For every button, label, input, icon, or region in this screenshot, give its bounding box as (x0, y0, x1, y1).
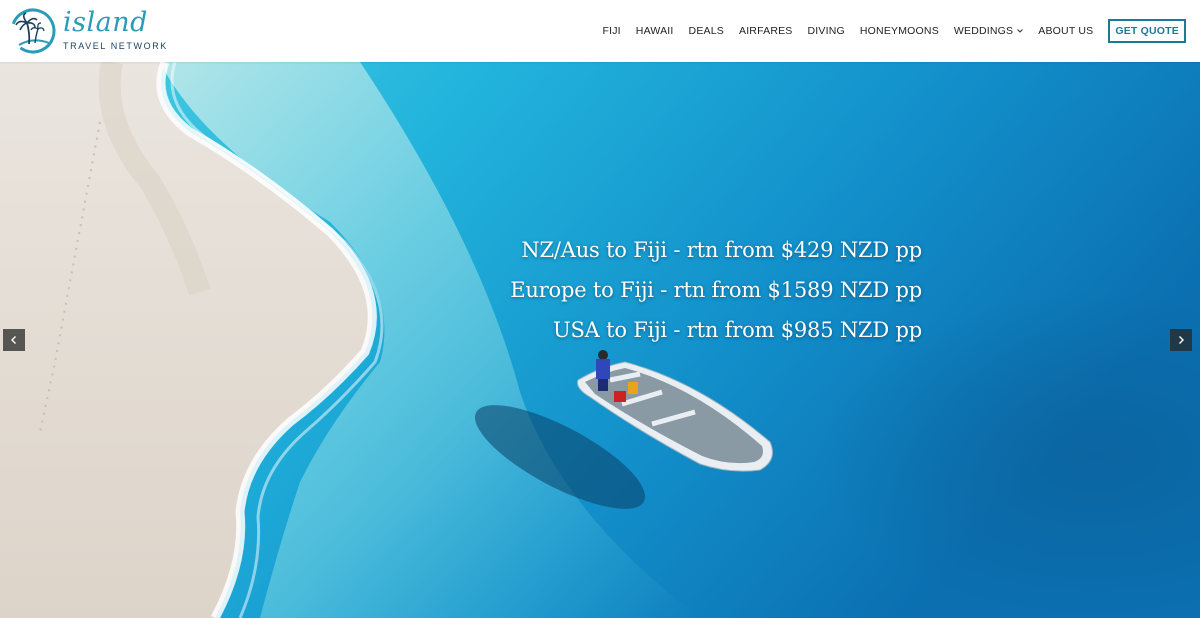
site-logo[interactable]: island TRAVEL NETWORK (9, 5, 166, 57)
slider-prev-button[interactable] (3, 329, 25, 351)
palm-tree-logo-icon (10, 8, 56, 54)
nav-item-weddings-label: WEDDINGS (953, 25, 1014, 37)
nav-item-hawaii[interactable]: HAWAII (636, 25, 674, 37)
chevron-down-icon (1017, 29, 1024, 33)
chevron-right-icon (1179, 336, 1184, 344)
main-nav: FIJI HAWAII DEALS AIRFARES DIVING HONEYM… (587, 0, 1186, 62)
nav-item-weddings[interactable]: WEDDINGS (953, 25, 1024, 37)
logo-wordmark: island (63, 7, 148, 38)
nav-item-diving[interactable]: DIVING (808, 25, 845, 37)
nav-item-honeymoons[interactable]: HONEYMOONS (860, 25, 939, 37)
site-header: island TRAVEL NETWORK FIJI HAWAII DEALS … (0, 0, 1200, 62)
hero-headline: Europe to Fiji - rtn from $1589 NZD pp (510, 278, 922, 302)
nav-item-deals[interactable]: DEALS (689, 25, 724, 37)
get-quote-button[interactable]: GET QUOTE (1108, 19, 1186, 43)
logo-tagline: TRAVEL NETWORK (63, 41, 168, 51)
hero-headlines: NZ/Aus to Fiji - rtn from $429 NZD pp Eu… (510, 230, 922, 350)
nav-item-airfares[interactable]: AIRFARES (739, 25, 793, 37)
nav-item-fiji[interactable]: FIJI (602, 25, 620, 37)
hero-headline: USA to Fiji - rtn from $985 NZD pp (552, 318, 922, 342)
hero-slider: NZ/Aus to Fiji - rtn from $429 NZD pp Eu… (0, 62, 1200, 618)
nav-item-about-us[interactable]: ABOUT US (1038, 25, 1093, 37)
chevron-left-icon (11, 336, 16, 344)
slider-next-button[interactable] (1170, 329, 1192, 351)
hero-headline: NZ/Aus to Fiji - rtn from $429 NZD pp (521, 238, 922, 262)
